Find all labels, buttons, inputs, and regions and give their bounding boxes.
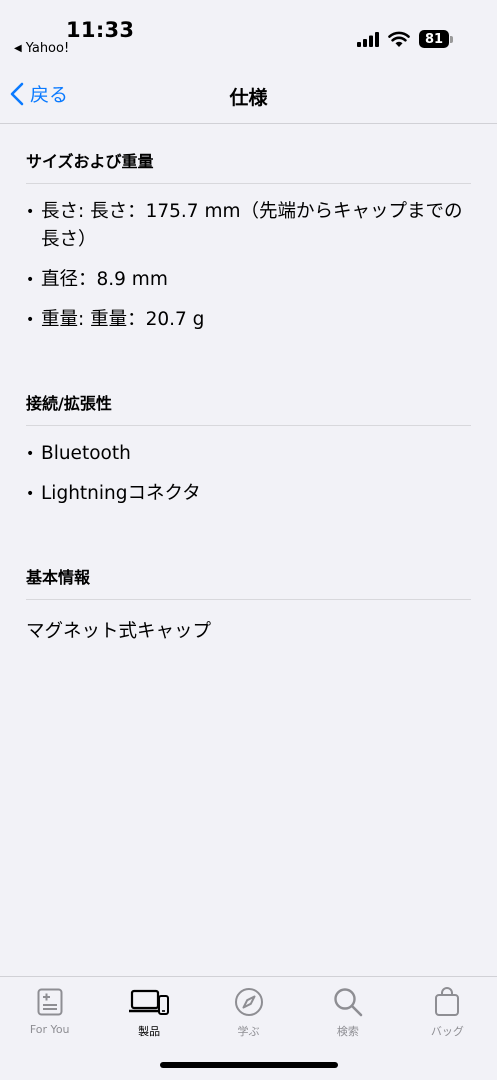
spec-item-bluetooth: Bluetooth: [26, 440, 471, 468]
status-indicators: 81: [357, 30, 453, 48]
section-header: サイズおよび重量: [26, 124, 471, 184]
compass-icon: [234, 988, 263, 1016]
spec-content: サイズおよび重量 長さ: 長さ：175.7 mm（先端からキャップまでの長さ） …: [0, 124, 497, 646]
tab-bag[interactable]: バッグ: [398, 977, 497, 1080]
section-connectivity: 接続/拡張性 Bluetooth Lightningコネクタ: [26, 366, 471, 540]
battery-icon: 81: [419, 30, 453, 48]
spec-item-length: 長さ: 長さ：175.7 mm（先端からキャップまでの長さ）: [26, 198, 471, 254]
tab-label: 製品: [138, 1025, 161, 1038]
home-indicator[interactable]: [160, 1062, 338, 1068]
spec-item-weight: 重量: 重量：20.7 g: [26, 306, 471, 334]
tab-label: 検索: [336, 1025, 359, 1038]
tab-for-you[interactable]: For You: [0, 977, 99, 1080]
news-icon: [37, 988, 63, 1016]
section-basic-info: 基本情報 マグネット式キャップ: [26, 540, 471, 646]
back-app-label: Yahoo!: [25, 41, 70, 56]
screen: 11:33 ◀ Yahoo! 81 戻る 仕様 サイズおよび重量 • 長さ: 長…: [0, 0, 497, 1080]
tab-label: バッグ: [430, 1025, 464, 1038]
bag-icon: [435, 987, 460, 1016]
spec-list: 長さ: 長さ：175.7 mm（先端からキャップまでの長さ） 直径：8.9 mm…: [26, 184, 471, 366]
section-header: 基本情報: [26, 540, 471, 600]
navigation-bar: 戻る 仕様: [0, 62, 497, 124]
spec-item-diameter: 直径：8.9 mm: [26, 266, 471, 294]
spec-list: Bluetooth Lightningコネクタ: [26, 426, 471, 540]
spec-item-lightning: Lightningコネクタ: [26, 480, 471, 508]
page-title: 仕様: [229, 87, 268, 109]
basic-info-text: マグネット式キャップ: [26, 621, 212, 642]
section-size-weight: サイズおよび重量 長さ: 長さ：175.7 mm（先端からキャップまでの長さ） …: [26, 124, 471, 366]
status-bar: 11:33 ◀ Yahoo! 81: [0, 0, 497, 62]
battery-level: 81: [419, 30, 449, 48]
section-header: 接続/拡張性: [26, 366, 471, 426]
wifi-icon: [388, 31, 410, 47]
tab-label: 学ぶ: [237, 1025, 260, 1038]
tab-label: For You: [29, 1023, 70, 1036]
devices-icon: [129, 989, 170, 1015]
back-triangle-icon: ◀: [14, 43, 22, 54]
cellular-signal-icon: [357, 31, 379, 47]
back-to-app-button[interactable]: ◀ Yahoo!: [14, 41, 69, 56]
search-icon: [334, 988, 363, 1017]
status-time: 11:33: [66, 18, 135, 42]
